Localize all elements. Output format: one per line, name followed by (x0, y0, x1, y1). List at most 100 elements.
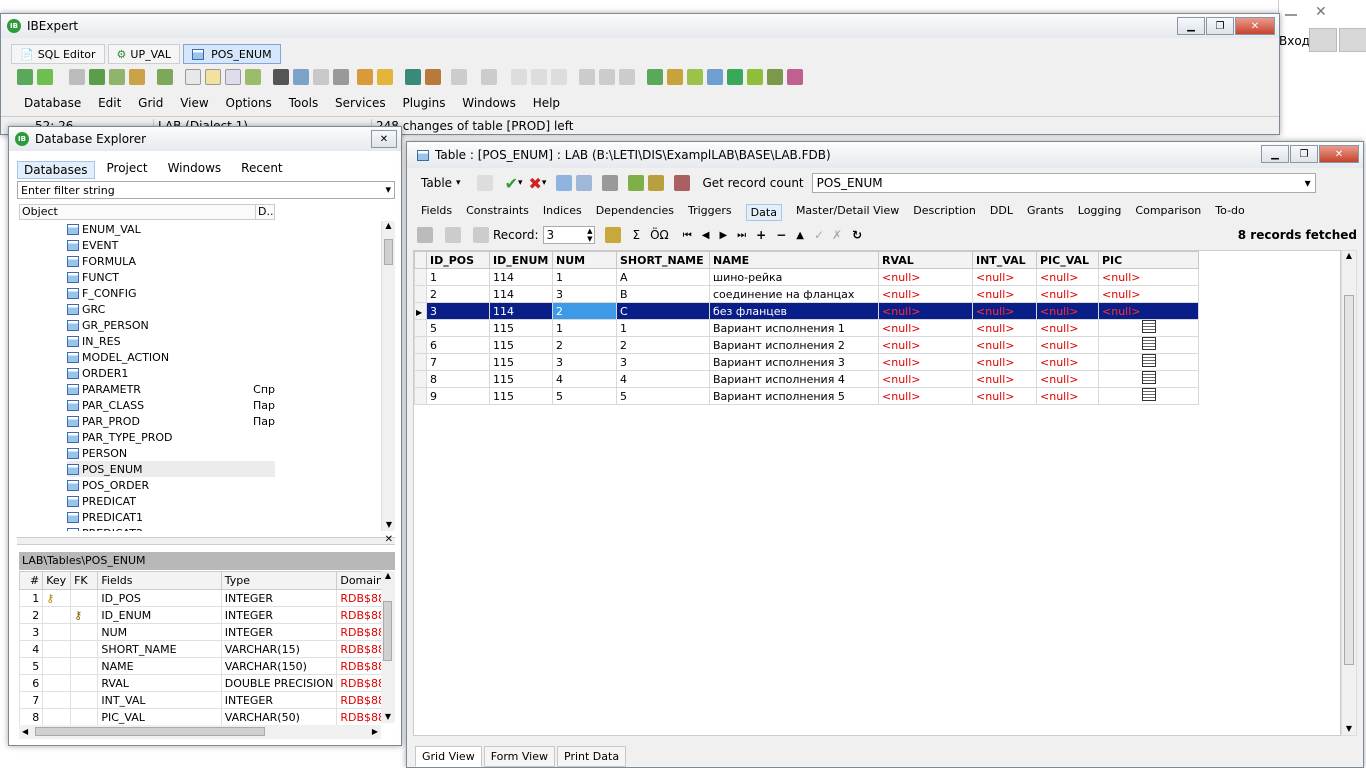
new-document-icon[interactable] (185, 69, 201, 85)
menu-windows[interactable]: Windows (462, 96, 516, 110)
table-name-select[interactable]: POS_ENUM ▾ (811, 173, 1316, 193)
tree-item[interactable]: EVENT (67, 237, 275, 253)
background-close-icon[interactable]: ✕ (1315, 4, 1327, 20)
object-column-header[interactable]: Object (20, 205, 256, 219)
cell-id-pos[interactable]: 8 (426, 370, 490, 388)
cell-name[interactable]: Вариант исполнения 3 (709, 353, 879, 371)
tab-master-detail[interactable]: Master/Detail View (796, 204, 899, 221)
tree-item[interactable]: PREDICAT (67, 493, 275, 509)
maximize-button[interactable]: ❐ (1206, 17, 1234, 35)
tree-item[interactable]: POS_ORDER (67, 477, 275, 493)
fields-vscroll[interactable]: ▲ ▼ (381, 571, 395, 723)
tab-fields[interactable]: Fields (421, 204, 452, 221)
scroll-thumb[interactable] (384, 239, 393, 265)
menu-services[interactable]: Services (335, 96, 386, 110)
cell-pic-val[interactable]: <null> (1036, 285, 1099, 303)
grants-icon[interactable] (425, 69, 441, 85)
next-record-icon[interactable]: ▶ (719, 230, 727, 241)
table-row[interactable]: 2 114 3 Bсоединение на фланцах <null> <null> <… (414, 285, 1199, 303)
new-script-icon[interactable] (205, 69, 221, 85)
tree-item[interactable]: FORMULA (67, 253, 275, 269)
cut-icon[interactable] (511, 69, 527, 85)
filter-input[interactable]: Enter filter string ▾ (17, 181, 395, 199)
col-key[interactable]: Key (42, 571, 72, 590)
tree-item[interactable]: PARAMETR Спр (67, 381, 275, 397)
register-db-icon[interactable] (17, 69, 33, 85)
print-icon[interactable] (333, 69, 349, 85)
avatar-icon[interactable] (1309, 28, 1337, 52)
cell-num[interactable]: 1 (552, 268, 617, 286)
col-fields[interactable]: Fields (97, 571, 222, 590)
cell-rval[interactable]: <null> (878, 319, 973, 337)
scroll-right-icon[interactable]: ▶ (372, 727, 378, 736)
tab-logging[interactable]: Logging (1078, 204, 1122, 221)
minimize-button[interactable]: ▁ (1177, 17, 1205, 35)
cell-pic-val[interactable]: <null> (1036, 302, 1099, 320)
tab-constraints[interactable]: Constraints (466, 204, 529, 221)
cell-rval[interactable]: <null> (878, 302, 973, 320)
panel-close-icon[interactable]: ✕ (385, 534, 393, 545)
tab-grants[interactable]: Grants (1027, 204, 1064, 221)
import-icon[interactable] (157, 69, 173, 85)
cell-int-val[interactable]: <null> (972, 370, 1037, 388)
cell-num[interactable]: 1 (552, 319, 617, 337)
refresh-icon[interactable]: ↻ (852, 228, 862, 242)
tab-dependencies[interactable]: Dependencies (596, 204, 674, 221)
col-num[interactable]: NUM (552, 251, 617, 269)
scroll-thumb[interactable] (383, 601, 392, 661)
cell-id-pos[interactable]: 9 (426, 387, 490, 405)
grid-edit-icon[interactable] (576, 175, 593, 191)
tree-item[interactable]: POS_ENUM (67, 461, 275, 477)
menu-options[interactable]: Options (226, 96, 272, 110)
login-text[interactable]: Вход (1279, 34, 1310, 48)
field-row[interactable]: 2 ⚷ ID_ENUM INTEGER RDB$88 (19, 606, 381, 624)
tree-item[interactable]: GRC (67, 301, 275, 317)
sum-icon[interactable]: Σ (633, 228, 641, 242)
tab-project[interactable]: Project (107, 161, 148, 179)
cell-name[interactable]: соединение на фланцах (709, 285, 879, 303)
copy-icon[interactable] (225, 69, 241, 85)
col-num[interactable]: # (19, 571, 44, 590)
field-row[interactable]: 4 SHORT_NAME VARCHAR(15) RDB$88 (19, 640, 381, 658)
commit-icon[interactable]: ✔ (505, 174, 518, 193)
row-indicator[interactable] (414, 387, 427, 405)
tree-item[interactable]: FUNCT (67, 269, 275, 285)
new-table-icon[interactable] (647, 69, 663, 85)
cell-name[interactable]: Вариант исполнения 5 (709, 387, 879, 405)
lightning-icon[interactable] (476, 175, 493, 191)
tree-item[interactable]: PAR_CLASS Пар (67, 397, 275, 413)
table-row[interactable]: 8 115 4 4 Вариант исполнения 4 <null> <null> <n… (414, 370, 1199, 388)
col-fk[interactable]: FK (70, 571, 99, 590)
print-icon[interactable] (602, 175, 619, 191)
menu-database[interactable]: Database (24, 96, 81, 110)
row-indicator[interactable]: ▶ (414, 302, 427, 320)
cell-name[interactable]: без фланцев (709, 302, 879, 320)
tab-form-view[interactable]: Form View (483, 746, 555, 767)
replace-icon[interactable] (619, 69, 635, 85)
grid-vscroll[interactable]: ▲ ▼ (1341, 250, 1357, 736)
field-row[interactable]: 3 NUM INTEGER RDB$88 (19, 623, 381, 641)
cell-name[interactable]: Вариант исполнения 1 (709, 319, 879, 337)
prior-record-icon[interactable]: ◀ (702, 230, 710, 241)
new-udf-icon[interactable] (767, 69, 783, 85)
cell-pic[interactable] (1098, 353, 1199, 371)
cell-id-enum[interactable]: 115 (489, 353, 553, 371)
tab-up-val[interactable]: ⚙ UP_VAL (107, 44, 181, 64)
tree-item[interactable]: ENUM_VAL (67, 221, 275, 237)
dependencies-icon[interactable] (628, 175, 645, 191)
avatar-icon[interactable] (1339, 28, 1366, 52)
table-maximize-button[interactable]: ❐ (1290, 145, 1318, 163)
cell-rval[interactable]: <null> (878, 285, 973, 303)
cell-int-val[interactable]: <null> (972, 319, 1037, 337)
cell-rval[interactable]: <null> (878, 336, 973, 354)
add-filter-icon[interactable] (473, 227, 489, 243)
cell-int-val[interactable]: <null> (972, 387, 1037, 405)
menu-view[interactable]: View (180, 96, 208, 110)
menu-tools[interactable]: Tools (289, 96, 319, 110)
cell-num[interactable]: 2 (552, 302, 617, 320)
cell-id-pos[interactable]: 7 (426, 353, 490, 371)
cell-pic-val[interactable]: <null> (1036, 268, 1099, 286)
row-indicator[interactable] (414, 285, 427, 303)
tab-todo[interactable]: To-do (1215, 204, 1244, 221)
plug-icon[interactable] (89, 69, 105, 85)
